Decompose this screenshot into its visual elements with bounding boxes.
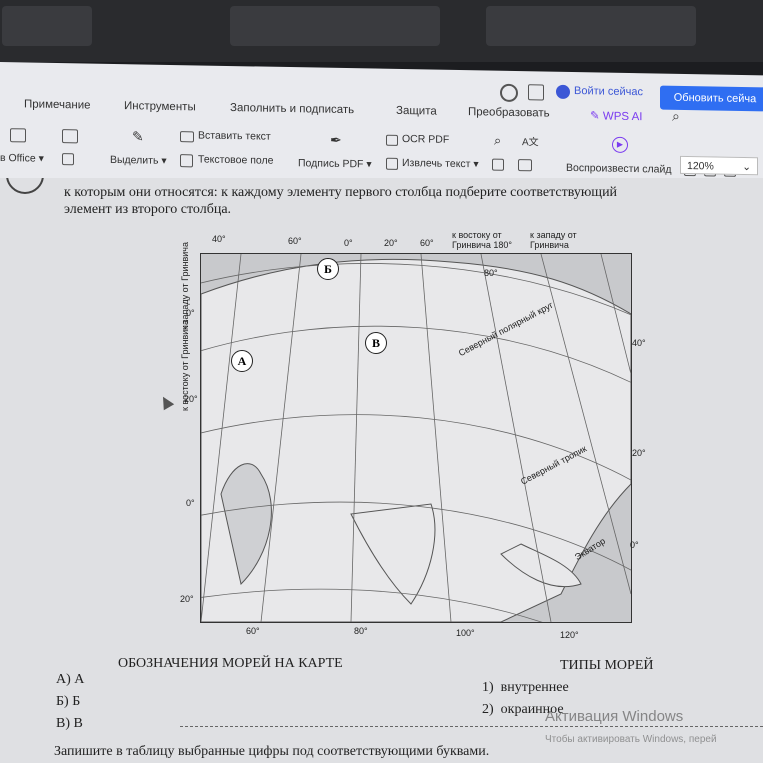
- document-page: к которым они относятся: к каждому элеме…: [0, 178, 763, 763]
- crop-icon[interactable]: [492, 158, 504, 171]
- map-top-label: 60°: [288, 236, 302, 246]
- select-button[interactable]: Выделить ▾: [110, 154, 167, 167]
- menu-protect[interactable]: Защита: [396, 105, 437, 118]
- left-item: А) А: [56, 672, 84, 688]
- compare-icon[interactable]: [518, 159, 532, 172]
- right-column-heading: ТИПЫ МОРЕЙ: [560, 658, 654, 673]
- right-item: 1) внутреннее: [482, 680, 569, 696]
- map-left-zero-label: 0°: [186, 308, 195, 318]
- translate-icon[interactable]: A文: [522, 133, 539, 148]
- right-item-num: 1): [482, 680, 494, 695]
- left-item-letter: В): [56, 716, 70, 731]
- ocr-icon: [386, 134, 398, 146]
- instruction-line: к которым они относятся: к каждому элеме…: [64, 185, 618, 200]
- slideshow-button[interactable]: Воспроизвести слайд: [566, 162, 672, 176]
- select-icon: ✎: [132, 128, 144, 145]
- monitor-bezel-area: [0, 0, 763, 62]
- map-west-label: к западу от Гринвича: [530, 230, 577, 250]
- instruction-text: к которым они относятся: к каждому элеме…: [64, 184, 763, 218]
- convert-to-office-icon[interactable]: [10, 128, 26, 143]
- insert-text-icon: [180, 131, 194, 143]
- extract-text-label: Извлечь текст: [402, 157, 471, 171]
- convert-pdf-icon[interactable]: [62, 129, 78, 144]
- lat-80-label: 80°: [484, 268, 498, 278]
- map-left-lat-label: 0°: [186, 498, 195, 508]
- play-icon[interactable]: ▶: [612, 136, 628, 153]
- menu-annotation[interactable]: Примечание: [24, 98, 91, 111]
- menu-convert[interactable]: Преобразовать: [468, 106, 550, 119]
- office-button[interactable]: в Office ▾: [0, 152, 44, 165]
- bottom-instruction: Запишите в таблицу выбранные цифры под с…: [54, 744, 490, 759]
- map-bottom-lon-label: 120°: [560, 630, 579, 640]
- right-item-value: внутреннее: [500, 680, 569, 695]
- background-window: [486, 6, 696, 46]
- left-item-value: В: [73, 716, 83, 731]
- background-window: [230, 6, 440, 46]
- marker-v: В: [365, 332, 387, 354]
- feedback-icon[interactable]: [500, 83, 518, 103]
- windows-activation-title: Активация Windows: [545, 708, 684, 725]
- ocr-button[interactable]: OCR PDF: [402, 133, 449, 146]
- app-chrome: Войти сейчас Обновить сейча Примечание И…: [0, 62, 763, 194]
- marker-a: А: [231, 350, 253, 372]
- menu-tools[interactable]: Инструменты: [124, 100, 196, 113]
- text-field-button[interactable]: Текстовое поле: [198, 153, 273, 166]
- map-left-lat-label: 20°: [180, 594, 194, 604]
- left-column-heading: ОБОЗНАЧЕНИЯ МОРЕЙ НА КАРТЕ: [118, 656, 343, 671]
- insert-text-button[interactable]: Вставить текст: [198, 129, 271, 142]
- map-east-label: к востоку от Гринвича 180°: [452, 230, 512, 250]
- sign-pdf-button[interactable]: Подпись PDF ▾: [298, 157, 372, 170]
- left-item: В) В: [56, 716, 83, 732]
- text-field-icon: [180, 154, 193, 168]
- eurasia-map: 80° Северный полярный круг Северный троп…: [200, 253, 632, 623]
- map-right-lat-label: 20°: [632, 448, 646, 458]
- window-icon[interactable]: [528, 84, 544, 101]
- left-item-value: А: [74, 672, 85, 687]
- extract-text-button[interactable]: Извлечь текст ▾: [402, 157, 479, 170]
- map-right-lat-label: 0°: [630, 540, 639, 550]
- map-graphic: [201, 254, 631, 622]
- sign-pdf-label: Подпись PDF: [298, 157, 364, 171]
- map-top-label: 20°: [384, 238, 398, 248]
- map-left-lat-label: 20°: [184, 394, 198, 404]
- extract-text-icon: [386, 157, 398, 170]
- avatar-icon[interactable]: [556, 84, 570, 99]
- office-label: в Office: [0, 152, 36, 165]
- right-item-num: 2): [482, 702, 494, 717]
- zoom-select[interactable]: 120% ⌄: [680, 155, 758, 176]
- menu-wps-ai[interactable]: ✎ WPS AI: [590, 108, 642, 123]
- marker-b: Б: [317, 258, 339, 280]
- instruction-line: элемент из второго столбца.: [64, 202, 232, 217]
- login-link[interactable]: Войти сейчас: [574, 85, 643, 98]
- select-label: Выделить: [110, 153, 159, 167]
- chevron-down-icon: ⌄: [742, 160, 751, 174]
- background-window: [2, 6, 92, 46]
- map-top-label: 60°: [420, 238, 434, 248]
- map-bottom-lon-label: 80°: [354, 626, 368, 636]
- map-top-label: 40°: [212, 234, 226, 244]
- windows-activation-subtitle: Чтобы активировать Windows, перей: [545, 734, 717, 745]
- search-icon[interactable]: ⌕: [672, 108, 680, 125]
- wps-ai-icon: ✎: [590, 110, 600, 123]
- map-top-label: 0°: [344, 238, 353, 248]
- left-item-letter: А): [56, 672, 71, 687]
- left-item-value: Б: [72, 694, 81, 709]
- left-item: Б) Б: [56, 694, 80, 710]
- menu-fill-sign[interactable]: Заполнить и подписать: [230, 102, 354, 116]
- wps-ai-label: WPS AI: [602, 110, 643, 124]
- layers-icon[interactable]: [62, 153, 74, 166]
- map-bottom-lon-label: 60°: [246, 626, 260, 636]
- left-item-letter: Б): [56, 694, 69, 709]
- selection-dashed-line: [180, 726, 763, 727]
- question-number-circle: [6, 178, 44, 194]
- map-right-lat-label: 40°: [632, 338, 646, 348]
- zoom-value: 120%: [687, 159, 714, 173]
- find-icon[interactable]: ⌕: [494, 133, 501, 149]
- mouse-pointer: [157, 393, 175, 411]
- map-bottom-lon-label: 100°: [456, 628, 475, 638]
- signature-icon: ✒: [330, 131, 342, 148]
